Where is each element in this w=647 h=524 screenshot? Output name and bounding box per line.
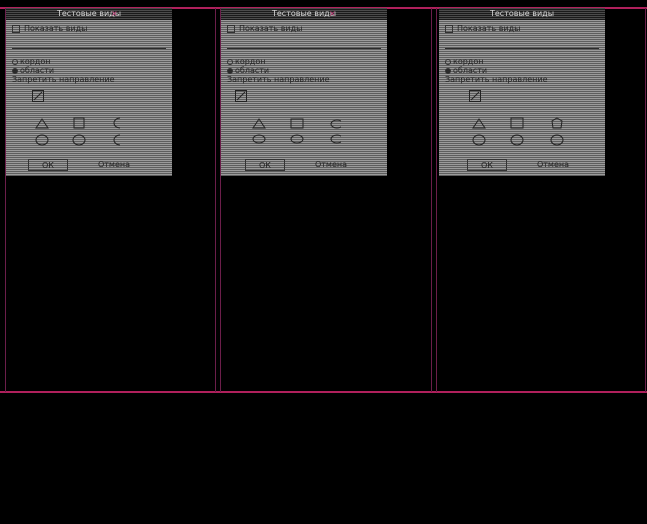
- octagon-icon[interactable]: [551, 117, 563, 129]
- direction-label-row: Запретить направление: [227, 75, 329, 85]
- dialog-panel-1: Тестовые виды × Показать виды кордон обл…: [6, 8, 172, 176]
- radio-areas-label: области: [20, 66, 55, 75]
- radio-icon[interactable]: [12, 67, 18, 74]
- shape-palette: [472, 117, 564, 146]
- square-icon[interactable]: [73, 117, 85, 129]
- ok-button[interactable]: ОК: [467, 159, 507, 171]
- direction-label-row: Запретить направление: [12, 75, 114, 85]
- octagon-icon[interactable]: [113, 117, 120, 129]
- circle-icon[interactable]: [72, 134, 86, 146]
- radio-areas-label: области: [453, 66, 488, 75]
- ok-button[interactable]: ОК: [245, 159, 285, 171]
- circle-icon[interactable]: [472, 134, 486, 146]
- radio-contour-label: кордон: [453, 57, 484, 66]
- radio-icon[interactable]: [227, 58, 233, 65]
- dialog-title: Тестовые виды: [489, 9, 555, 18]
- show-views-row[interactable]: Показать виды: [12, 24, 87, 34]
- close-icon[interactable]: ×: [111, 8, 118, 20]
- shape-palette: [252, 118, 341, 144]
- checkbox-icon[interactable]: [445, 24, 453, 33]
- triangle-icon[interactable]: [252, 118, 266, 129]
- checkbox-icon[interactable]: [227, 24, 235, 33]
- dialog-title-bar[interactable]: Тестовые виды ×: [6, 8, 172, 20]
- circle-icon[interactable]: [252, 134, 266, 144]
- direction-label: Запретить направление: [445, 75, 548, 84]
- square-icon[interactable]: [510, 117, 524, 129]
- separator: [12, 48, 166, 49]
- separator: [227, 48, 381, 49]
- shape-palette: [35, 117, 120, 146]
- checkbox-icon[interactable]: [12, 24, 20, 33]
- radio-areas-label: области: [235, 66, 270, 75]
- show-views-row[interactable]: Показать виды: [227, 24, 302, 34]
- viewport-column-1: Тестовые виды × Показать виды кордон обл…: [5, 8, 216, 392]
- radio-icon[interactable]: [445, 58, 451, 65]
- radio-icon[interactable]: [227, 67, 233, 74]
- ok-button[interactable]: ОК: [28, 159, 68, 171]
- dialog-title-bar[interactable]: Тестовые виды ×: [221, 8, 387, 20]
- direction-icon[interactable]: [32, 90, 44, 102]
- radio-icon[interactable]: [12, 58, 18, 65]
- direction-icon[interactable]: [235, 90, 247, 102]
- dialog-panel-2: Тестовые виды × Показать виды кордон обл…: [221, 8, 387, 176]
- square-icon[interactable]: [290, 118, 304, 129]
- cancel-button[interactable]: Отмена: [303, 159, 359, 171]
- direction-label-row: Запретить направление: [445, 75, 547, 85]
- app-canvas: Тестовые виды × Показать виды кордон обл…: [0, 0, 647, 524]
- show-views-label: Показать виды: [239, 24, 303, 33]
- viewport-column-3: Тестовые виды Показать виды кордон облас…: [436, 8, 646, 392]
- circle-icon[interactable]: [330, 134, 341, 144]
- circle-icon[interactable]: [35, 134, 49, 146]
- cancel-button[interactable]: Отмена: [86, 159, 142, 171]
- close-icon[interactable]: ×: [329, 8, 336, 20]
- dialog-title: Тестовые виды: [271, 9, 337, 18]
- radio-contour-label: кордон: [235, 57, 266, 66]
- octagon-icon[interactable]: [330, 119, 341, 129]
- dialog-panel-3: Тестовые виды Показать виды кордон облас…: [439, 8, 605, 176]
- circle-icon[interactable]: [113, 134, 120, 146]
- triangle-icon[interactable]: [35, 118, 49, 129]
- circle-icon[interactable]: [290, 134, 304, 144]
- circle-icon[interactable]: [510, 134, 524, 146]
- cancel-button[interactable]: Отмена: [525, 159, 581, 171]
- show-views-row[interactable]: Показать виды: [445, 24, 520, 34]
- triangle-icon[interactable]: [472, 118, 486, 129]
- direction-label: Запретить направление: [227, 75, 330, 84]
- radio-contour-label: кордон: [20, 57, 51, 66]
- radio-icon[interactable]: [445, 67, 451, 74]
- show-views-label: Показать виды: [457, 24, 521, 33]
- direction-icon[interactable]: [469, 90, 481, 102]
- viewport-column-2: Тестовые виды × Показать виды кордон обл…: [220, 8, 432, 392]
- direction-label: Запретить направление: [12, 75, 115, 84]
- separator: [445, 48, 599, 49]
- dialog-title-bar[interactable]: Тестовые виды: [439, 8, 605, 20]
- circle-icon[interactable]: [550, 134, 564, 146]
- show-views-label: Показать виды: [24, 24, 88, 33]
